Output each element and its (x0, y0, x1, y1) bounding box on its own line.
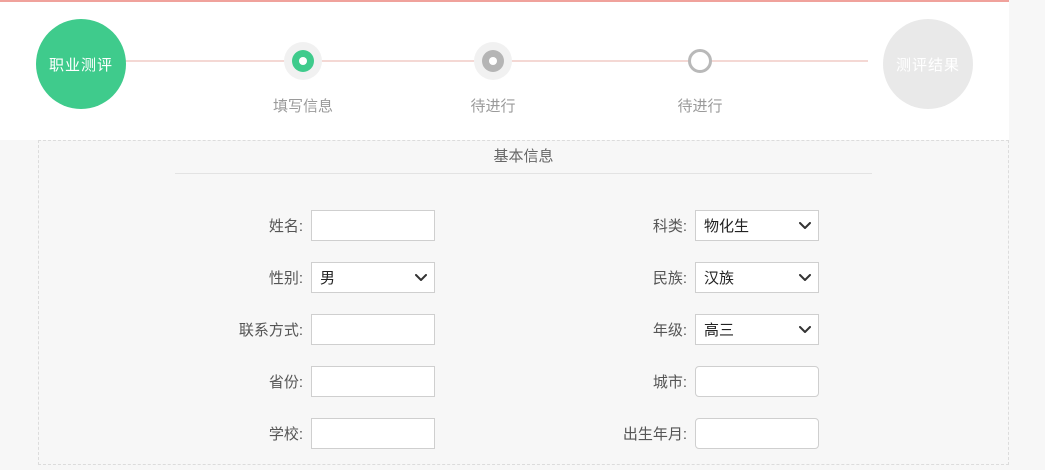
contact-input[interactable] (311, 314, 435, 345)
birth-label: 出生年月: (577, 423, 695, 444)
ethnicity-select[interactable]: 汉族 (695, 262, 819, 293)
form-column-left: 姓名: 性别: 男 联系方式: 省份: 学校: (174, 210, 435, 470)
gender-select[interactable]: 男 (311, 262, 435, 293)
step-dot-fill-info (292, 50, 314, 72)
subject-select[interactable]: 物化生 (695, 210, 819, 241)
school-input[interactable] (311, 418, 435, 449)
field-row-ethnicity: 民族: 汉族 (577, 262, 819, 293)
chevron-down-icon (799, 222, 811, 230)
province-label: 省份: (174, 371, 311, 392)
grade-label: 年级: (577, 319, 695, 340)
chevron-down-icon (799, 274, 811, 282)
field-row-gender: 性别: 男 (174, 262, 435, 293)
field-row-city: 城市: (577, 366, 819, 397)
subject-select-value: 物化生 (704, 215, 749, 236)
name-label: 姓名: (174, 215, 311, 236)
panel-title: 基本信息 (39, 141, 1008, 166)
contact-label: 联系方式: (174, 319, 311, 340)
ethnicity-label: 民族: (577, 267, 695, 288)
step-label-pending-1: 待进行 (433, 95, 553, 116)
chevron-down-icon (799, 326, 811, 334)
gender-label: 性别: (174, 267, 311, 288)
step-ring-pending-2 (688, 49, 712, 73)
field-row-province: 省份: (174, 366, 435, 397)
chevron-down-icon (415, 274, 427, 282)
stepper-header: 职业测评 填写信息 待进行 待进行 测评结果 (0, 0, 1009, 140)
gender-select-value: 男 (320, 267, 335, 288)
school-label: 学校: (174, 423, 311, 444)
grade-select-value: 高三 (704, 319, 734, 340)
milestone-assessment-result: 测评结果 (883, 19, 973, 109)
field-row-name: 姓名: (174, 210, 435, 241)
field-row-subject: 科类: 物化生 (577, 210, 819, 241)
field-row-school: 学校: (174, 418, 435, 449)
step-dot-pending-1 (482, 50, 504, 72)
form-column-right: 科类: 物化生 民族: 汉族 年级: 高三 (577, 210, 819, 470)
basic-info-panel: 基本信息 姓名: 性别: 男 联系方式: 省份: 学校: (38, 140, 1009, 465)
field-row-contact: 联系方式: (174, 314, 435, 345)
province-input[interactable] (311, 366, 435, 397)
ethnicity-select-value: 汉族 (704, 267, 734, 288)
city-input[interactable] (695, 366, 819, 397)
step-label-fill-info: 填写信息 (243, 95, 363, 116)
milestone-career-assessment: 职业测评 (36, 19, 126, 109)
name-input[interactable] (311, 210, 435, 241)
field-row-grade: 年级: 高三 (577, 314, 819, 345)
step-label-pending-2: 待进行 (640, 95, 760, 116)
milestone-start-label: 职业测评 (49, 54, 113, 75)
subject-label: 科类: (577, 215, 695, 236)
field-row-birth: 出生年月: (577, 418, 819, 449)
city-label: 城市: (577, 371, 695, 392)
milestone-end-label: 测评结果 (896, 54, 960, 75)
title-divider (175, 173, 872, 174)
grade-select[interactable]: 高三 (695, 314, 819, 345)
birth-input[interactable] (695, 418, 819, 449)
